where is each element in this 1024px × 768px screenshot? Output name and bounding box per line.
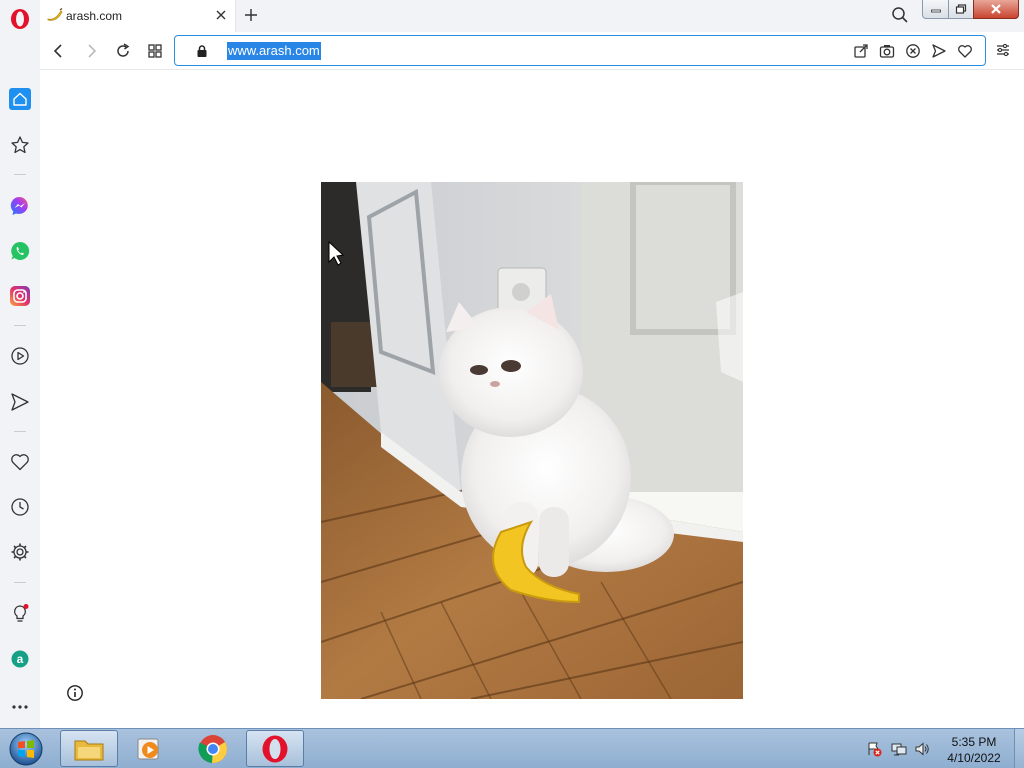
url-text[interactable]: www.arash.com bbox=[227, 42, 321, 60]
page-content bbox=[40, 70, 1024, 728]
info-icon[interactable] bbox=[66, 684, 84, 702]
title-bar: arash.com bbox=[0, 0, 1024, 32]
tab-active[interactable]: arash.com bbox=[40, 0, 236, 32]
restore-icon bbox=[955, 4, 967, 14]
opera-icon bbox=[262, 735, 288, 762]
messenger-icon[interactable] bbox=[9, 195, 31, 217]
whatsapp-icon[interactable] bbox=[9, 240, 31, 262]
minimize-button[interactable] bbox=[922, 0, 949, 19]
taskbar-opera[interactable] bbox=[246, 730, 304, 767]
send-icon[interactable] bbox=[931, 43, 947, 59]
sidebar-separator bbox=[14, 431, 26, 432]
sidebar: a bbox=[0, 32, 40, 728]
reload-icon[interactable] bbox=[114, 42, 132, 60]
clock-date: 4/10/2022 bbox=[947, 751, 1001, 765]
taskbar-media-player[interactable] bbox=[120, 730, 178, 767]
close-window-button[interactable] bbox=[973, 0, 1019, 19]
address-bar[interactable]: www.arash.com bbox=[174, 35, 986, 66]
action-center-icon[interactable] bbox=[866, 741, 882, 757]
network-icon[interactable] bbox=[891, 741, 907, 757]
player-icon[interactable] bbox=[9, 345, 31, 367]
media-player-icon bbox=[137, 738, 159, 759]
easy-setup-icon[interactable] bbox=[995, 42, 1011, 58]
new-tab-icon[interactable] bbox=[243, 7, 259, 23]
banana-icon bbox=[47, 7, 63, 21]
minimize-icon bbox=[930, 9, 941, 13]
home-icon[interactable] bbox=[9, 88, 31, 110]
sidebar-separator bbox=[14, 325, 26, 326]
restore-button[interactable] bbox=[948, 0, 974, 19]
opera-menu-icon[interactable] bbox=[9, 8, 31, 30]
folder-icon bbox=[74, 740, 104, 760]
share-icon[interactable] bbox=[853, 43, 869, 59]
show-desktop-button[interactable] bbox=[1014, 729, 1024, 768]
lock-icon[interactable] bbox=[195, 44, 209, 58]
search-tabs-icon[interactable] bbox=[891, 6, 909, 24]
settings-icon[interactable] bbox=[9, 541, 31, 563]
tips-icon[interactable] bbox=[9, 603, 31, 625]
chrome-icon bbox=[198, 734, 227, 763]
heart-icon[interactable] bbox=[957, 43, 973, 59]
history-icon[interactable] bbox=[9, 496, 31, 518]
close-tab-icon[interactable] bbox=[213, 7, 229, 23]
sidebar-separator bbox=[14, 174, 26, 175]
adblock-icon[interactable] bbox=[905, 43, 921, 59]
system-clock[interactable]: 5:35 PM 4/10/2022 bbox=[940, 734, 1008, 766]
screen: arash.com www.arash.com a 5:35 PM 4/10/2… bbox=[0, 0, 1024, 768]
back-icon[interactable] bbox=[50, 42, 68, 60]
svg-text:a: a bbox=[17, 652, 24, 666]
aria-icon[interactable]: a bbox=[9, 648, 31, 670]
snapshot-icon[interactable] bbox=[879, 43, 895, 59]
browser-toolbar: www.arash.com bbox=[40, 32, 1024, 70]
more-icon[interactable] bbox=[9, 696, 31, 718]
instagram-icon[interactable] bbox=[9, 285, 31, 307]
bookmarks-icon[interactable] bbox=[9, 134, 31, 156]
start-button[interactable] bbox=[6, 731, 46, 767]
tab-title: arash.com bbox=[66, 9, 123, 23]
volume-icon[interactable] bbox=[914, 741, 930, 757]
taskbar-explorer[interactable] bbox=[60, 730, 118, 767]
close-icon bbox=[991, 4, 1001, 14]
forward-icon[interactable] bbox=[82, 42, 100, 60]
cat-photo bbox=[321, 182, 743, 699]
sidebar-separator bbox=[14, 582, 26, 583]
pinboard-icon[interactable] bbox=[9, 451, 31, 473]
clock-time: 5:35 PM bbox=[951, 735, 997, 749]
flow-icon[interactable] bbox=[9, 391, 31, 413]
tabs-grid-icon[interactable] bbox=[146, 42, 164, 60]
taskbar-chrome[interactable] bbox=[184, 730, 242, 767]
taskbar: 5:35 PM 4/10/2022 bbox=[0, 728, 1024, 768]
